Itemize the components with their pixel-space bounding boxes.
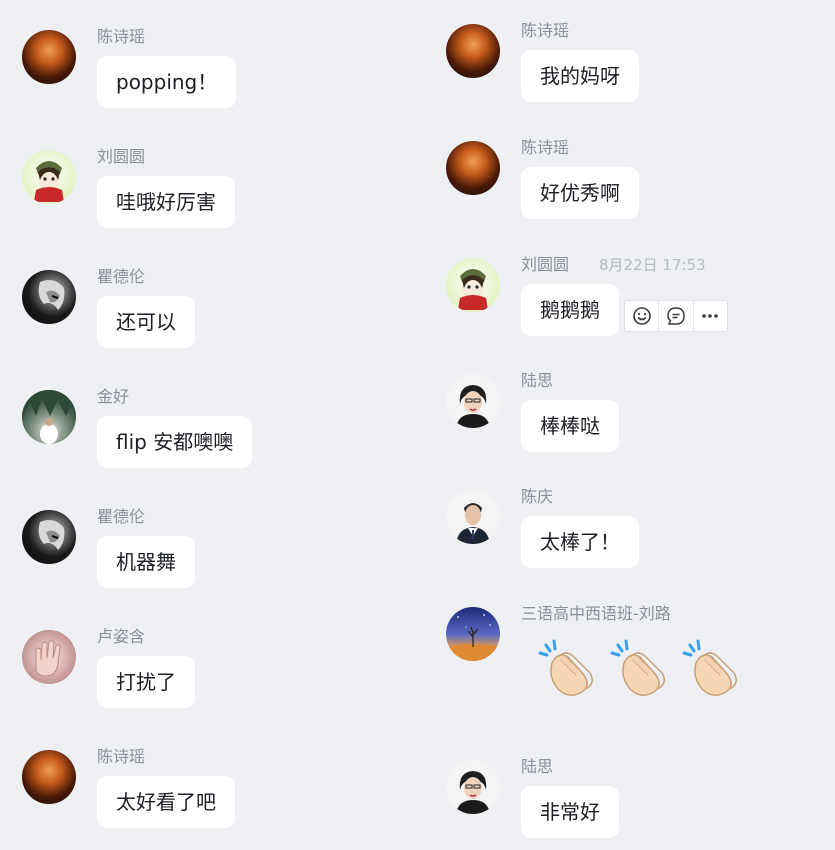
sender-name: 陆思	[521, 757, 554, 776]
message-bubble[interactable]: popping！	[97, 56, 237, 108]
avatar[interactable]	[446, 141, 500, 195]
message-action-bar	[624, 300, 728, 332]
sender-name-text: 刘圆圆	[521, 255, 570, 274]
avatar[interactable]	[22, 150, 76, 204]
message-timestamp: 8月22日 17:53	[599, 256, 706, 274]
avatar[interactable]	[446, 760, 500, 814]
sender-name: 陈诗瑶	[97, 747, 146, 766]
message-bubble[interactable]: flip 安都噢噢	[97, 416, 253, 468]
sender-name: 卢姿含	[97, 627, 146, 646]
more-options-button[interactable]	[694, 301, 727, 331]
avatar[interactable]	[446, 607, 500, 661]
avatar[interactable]	[22, 30, 76, 84]
sender-name: 三语高中西语班-刘路	[521, 604, 671, 623]
emoji-message[interactable]	[536, 637, 742, 699]
message-bubble[interactable]: 好优秀啊	[521, 167, 639, 219]
avatar[interactable]	[22, 390, 76, 444]
message-bubble[interactable]: 太好看了吧	[97, 776, 235, 828]
avatar[interactable]	[446, 490, 500, 544]
sender-name: 刘圆圆	[97, 147, 146, 166]
quote-icon	[667, 307, 685, 325]
avatar[interactable]	[446, 24, 500, 78]
message-bubble[interactable]: 非常好	[521, 786, 619, 838]
message-bubble[interactable]: 打扰了	[97, 656, 195, 708]
clapping-hands-icon	[610, 639, 665, 696]
sender-name: 陆思	[521, 371, 554, 390]
avatar[interactable]	[22, 750, 76, 804]
quote-reply-button[interactable]	[659, 301, 694, 331]
sender-name: 陈诗瑶	[97, 27, 146, 46]
sender-name: 陈诗瑶	[521, 138, 570, 157]
sender-name: 瞿德伦	[97, 267, 146, 286]
emoji-reaction-button[interactable]	[625, 301, 660, 331]
message-bubble[interactable]: 哇哦好厉害	[97, 176, 235, 228]
emoji-icon	[632, 307, 651, 325]
more-icon	[702, 314, 719, 318]
message-bubble[interactable]: 我的妈呀	[521, 50, 639, 102]
sender-name: 瞿德伦	[97, 507, 146, 526]
sender-name: 陈庆	[521, 487, 554, 506]
sender-name: 陈诗瑶	[521, 21, 570, 40]
sender-name: 刘圆圆 8月22日 17:53	[521, 254, 706, 276]
clapping-hands-icon	[538, 639, 593, 696]
message-bubble[interactable]: 机器舞	[97, 536, 195, 588]
sender-name: 金好	[97, 387, 130, 406]
message-bubble[interactable]: 棒棒哒	[521, 400, 619, 452]
message-bubble[interactable]: 太棒了！	[521, 516, 639, 568]
avatar[interactable]	[22, 510, 76, 564]
clapping-hands-icon	[682, 639, 737, 696]
avatar[interactable]	[22, 270, 76, 324]
message-bubble[interactable]: 还可以	[97, 296, 195, 348]
avatar[interactable]	[446, 258, 500, 312]
avatar[interactable]	[446, 374, 500, 428]
avatar[interactable]	[22, 630, 76, 684]
message-bubble[interactable]: 鹅鹅鹅	[521, 284, 619, 336]
